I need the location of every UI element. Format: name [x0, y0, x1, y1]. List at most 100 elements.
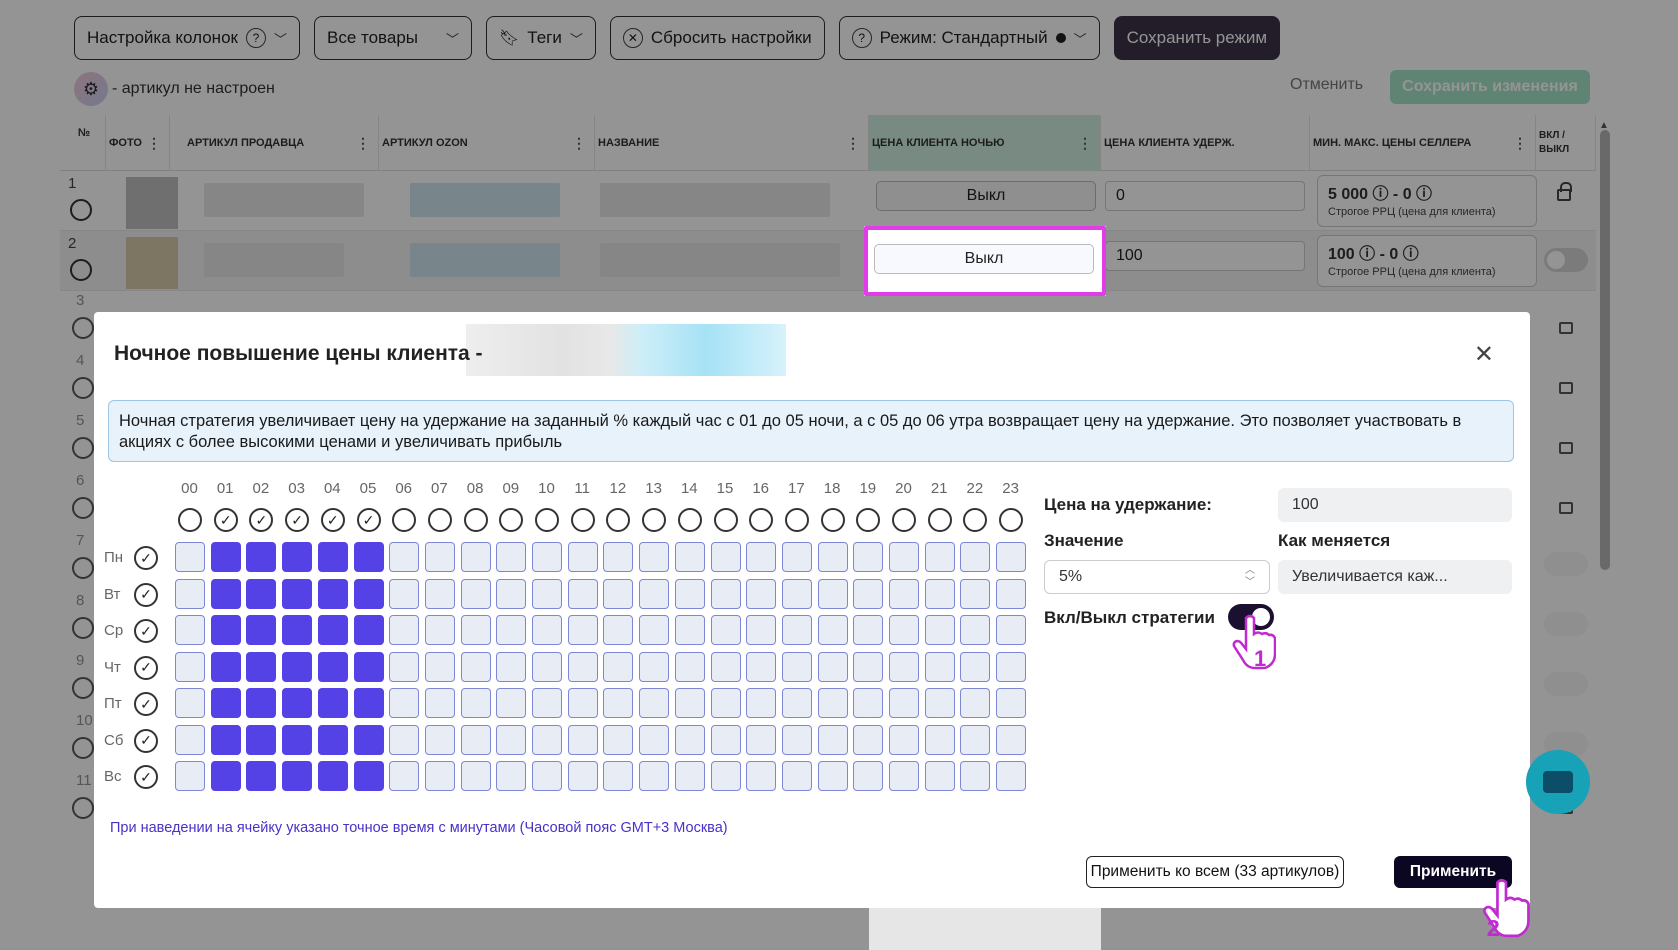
row-select-radio[interactable]: [72, 737, 94, 759]
stepper-arrows-icon[interactable]: ︿ ﹀: [1245, 565, 1255, 589]
schedule-cell[interactable]: [817, 651, 848, 682]
schedule-cell[interactable]: [532, 724, 562, 755]
schedule-cell[interactable]: [282, 578, 313, 609]
schedule-cell[interactable]: [996, 578, 1027, 609]
schedule-cell[interactable]: [960, 651, 991, 682]
schedule-cell[interactable]: [960, 761, 991, 791]
row-toggle[interactable]: [1544, 612, 1588, 636]
schedule-cell[interactable]: [210, 542, 241, 572]
hour-select-checkbox[interactable]: [642, 508, 667, 532]
schedule-cell[interactable]: [781, 724, 812, 755]
schedule-cell[interactable]: [282, 651, 313, 682]
schedule-cell[interactable]: [781, 761, 812, 791]
schedule-cell[interactable]: [746, 615, 777, 645]
schedule-cell[interactable]: [603, 761, 634, 791]
schedule-cell[interactable]: [960, 615, 991, 645]
row-toggle[interactable]: [1544, 672, 1588, 696]
row-select-radio[interactable]: [72, 677, 94, 699]
hour-select-checkbox[interactable]: ✓: [356, 508, 381, 532]
schedule-cell[interactable]: [353, 578, 384, 609]
schedule-cell[interactable]: [674, 651, 705, 682]
row-toggle[interactable]: [1544, 552, 1588, 576]
hour-select-checkbox[interactable]: [499, 508, 524, 532]
row-select-radio[interactable]: [72, 377, 94, 399]
schedule-cell[interactable]: [889, 615, 919, 645]
schedule-cell[interactable]: [924, 761, 955, 791]
schedule-cell[interactable]: [889, 688, 919, 718]
schedule-cell[interactable]: [353, 724, 384, 755]
schedule-cell[interactable]: [460, 542, 491, 572]
value-stepper[interactable]: 5% ︿ ﹀: [1044, 560, 1270, 594]
hour-select-checkbox[interactable]: [999, 508, 1024, 532]
hour-select-checkbox[interactable]: [892, 508, 916, 532]
schedule-cell[interactable]: [317, 688, 348, 718]
schedule-cell[interactable]: [532, 761, 562, 791]
schedule-cell[interactable]: [996, 688, 1027, 718]
schedule-cell[interactable]: [603, 615, 634, 645]
schedule-cell[interactable]: [175, 542, 205, 572]
row-select-radio[interactable]: [72, 497, 94, 519]
schedule-cell[interactable]: [246, 542, 277, 572]
hour-select-checkbox[interactable]: [963, 508, 988, 532]
schedule-cell[interactable]: [175, 578, 205, 609]
schedule-cell[interactable]: [746, 688, 777, 718]
schedule-cell[interactable]: [424, 761, 455, 791]
schedule-cell[interactable]: [710, 542, 741, 572]
schedule-cell[interactable]: [317, 761, 348, 791]
schedule-cell[interactable]: [175, 651, 205, 682]
day-select-checkbox[interactable]: ✓: [134, 728, 158, 753]
schedule-cell[interactable]: [424, 688, 455, 718]
schedule-cell[interactable]: [924, 688, 955, 718]
chat-button[interactable]: [1526, 750, 1590, 814]
hour-select-checkbox[interactable]: [570, 508, 595, 532]
schedule-cell[interactable]: [889, 651, 919, 682]
schedule-cell[interactable]: [460, 724, 491, 755]
day-select-checkbox[interactable]: ✓: [134, 765, 158, 789]
schedule-cell[interactable]: [532, 542, 562, 572]
schedule-cell[interactable]: [175, 724, 205, 755]
close-icon[interactable]: ✕: [1474, 340, 1494, 369]
row-select-radio[interactable]: [72, 557, 94, 579]
hour-select-checkbox[interactable]: [535, 508, 559, 532]
schedule-cell[interactable]: [603, 724, 634, 755]
schedule-cell[interactable]: [496, 688, 527, 718]
schedule-cell[interactable]: [853, 724, 884, 755]
schedule-cell[interactable]: [674, 761, 705, 791]
schedule-cell[interactable]: [567, 542, 598, 572]
schedule-cell[interactable]: [317, 724, 348, 755]
schedule-cell[interactable]: [567, 761, 598, 791]
schedule-cell[interactable]: [746, 542, 777, 572]
schedule-cell[interactable]: [317, 615, 348, 645]
hour-select-checkbox[interactable]: [463, 508, 488, 532]
schedule-cell[interactable]: [424, 542, 455, 572]
hour-select-checkbox[interactable]: [856, 508, 881, 532]
hour-select-checkbox[interactable]: ✓: [320, 508, 345, 532]
schedule-cell[interactable]: [960, 688, 991, 718]
row-select-radio[interactable]: [72, 797, 94, 819]
schedule-cell[interactable]: [496, 578, 527, 609]
hour-select-checkbox[interactable]: [606, 508, 631, 532]
schedule-cell[interactable]: [389, 578, 420, 609]
day-select-checkbox[interactable]: ✓: [134, 655, 158, 680]
schedule-cell[interactable]: [424, 615, 455, 645]
schedule-cell[interactable]: [389, 651, 420, 682]
hour-select-checkbox[interactable]: [713, 508, 738, 532]
apply-all-button[interactable]: Применить ко всем (33 артикулов): [1086, 856, 1344, 888]
schedule-cell[interactable]: [317, 651, 348, 682]
schedule-cell[interactable]: [175, 761, 205, 791]
day-select-checkbox[interactable]: ✓: [134, 546, 158, 570]
schedule-cell[interactable]: [175, 688, 205, 718]
schedule-cell[interactable]: [889, 542, 919, 572]
schedule-cell[interactable]: [639, 724, 670, 755]
schedule-cell[interactable]: [996, 542, 1027, 572]
schedule-cell[interactable]: [567, 724, 598, 755]
schedule-cell[interactable]: [210, 615, 241, 645]
schedule-cell[interactable]: [210, 724, 241, 755]
schedule-cell[interactable]: [246, 615, 277, 645]
schedule-cell[interactable]: [746, 724, 777, 755]
schedule-cell[interactable]: [781, 578, 812, 609]
schedule-cell[interactable]: [603, 688, 634, 718]
schedule-cell[interactable]: [496, 542, 527, 572]
schedule-cell[interactable]: [210, 761, 241, 791]
schedule-cell[interactable]: [781, 688, 812, 718]
